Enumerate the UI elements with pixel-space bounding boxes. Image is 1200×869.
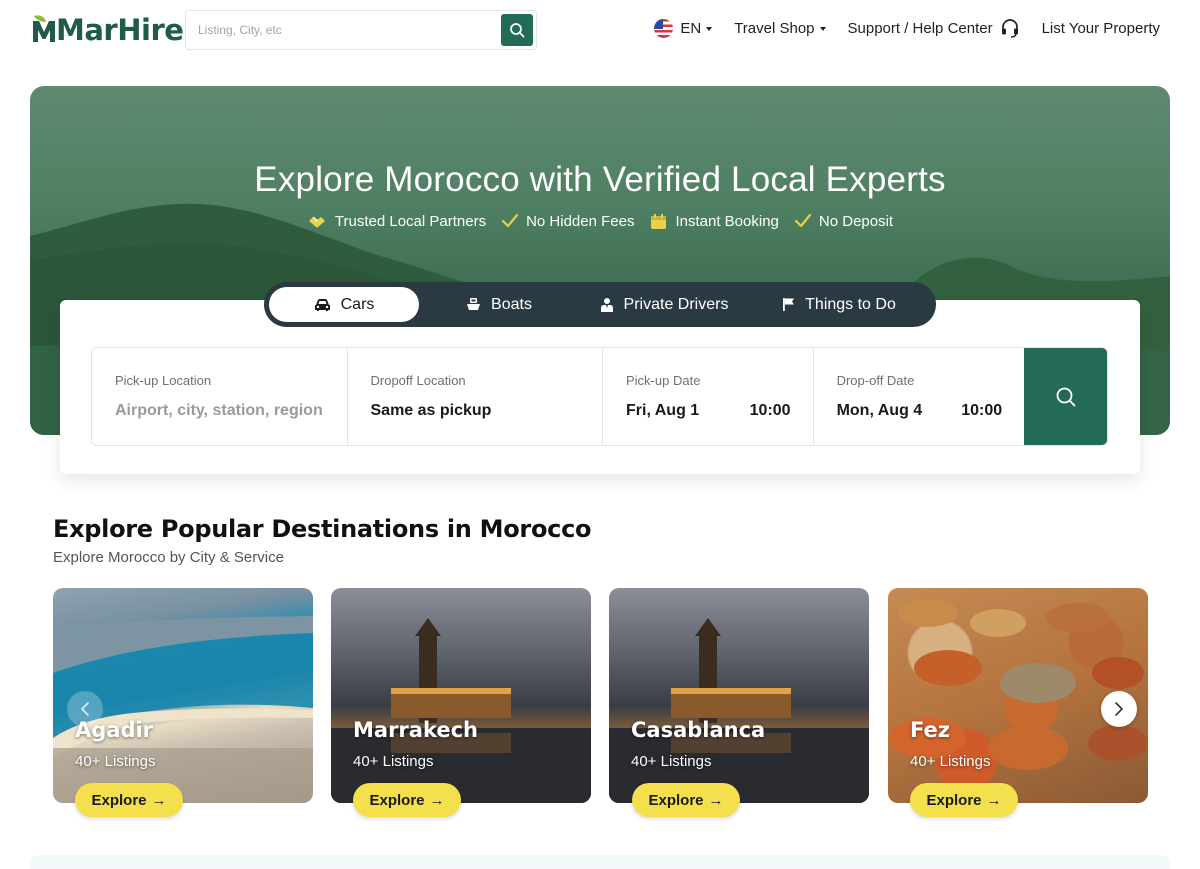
destinations-title: Explore Popular Destinations in Morocco <box>53 515 592 543</box>
arrow-right-icon: → <box>429 791 445 809</box>
language-selector[interactable]: EN <box>654 18 713 38</box>
explore-label: Explore <box>91 791 147 809</box>
arrow-right-icon: → <box>151 791 167 809</box>
explore-label: Explore <box>926 791 982 809</box>
chevron-left-icon <box>81 702 89 716</box>
driver-icon <box>600 297 613 312</box>
destination-count: 40+ Listings <box>75 753 156 770</box>
explore-label: Explore <box>648 791 704 809</box>
destination-name: Casablanca <box>631 718 766 742</box>
logo-text: MarHire <box>56 13 184 47</box>
pickup-date-field[interactable]: Pick-up Date Fri, Aug 1 10:00 <box>603 348 814 445</box>
chevron-down-icon <box>706 26 713 31</box>
tab-label: Boats <box>491 295 532 313</box>
language-label: EN <box>680 19 702 37</box>
main-nav: EN Travel Shop Support / Help Center Lis… <box>654 18 1160 38</box>
dropoff-date-field[interactable]: Drop-off Date Mon, Aug 4 10:00 <box>814 348 1025 445</box>
travel-shop-menu[interactable]: Travel Shop <box>734 19 826 37</box>
feature-label: No Hidden Fees <box>526 212 635 230</box>
field-label: Drop-off Date <box>836 373 915 388</box>
explore-button-fez[interactable]: Explore → <box>910 783 1018 817</box>
tab-things-to-do[interactable]: Things to Do <box>749 287 929 322</box>
destination-name: Marrakech <box>353 718 478 742</box>
pickup-location-input[interactable] <box>115 402 325 420</box>
feature-label: No Deposit <box>818 212 894 230</box>
pickup-location-field[interactable]: Pick-up Location <box>92 348 348 445</box>
explore-button-marrakech[interactable]: Explore → <box>353 783 461 817</box>
support-link[interactable]: Support / Help Center <box>848 18 1020 38</box>
tab-cars[interactable]: Cars <box>269 287 419 322</box>
list-property-label: List Your Property <box>1041 19 1160 37</box>
destination-name: Fez <box>910 718 950 742</box>
tab-private-drivers[interactable]: Private Drivers <box>579 287 749 322</box>
car-icon <box>314 298 330 311</box>
flag-icon <box>783 298 795 311</box>
dropoff-date-value: Mon, Aug 4 <box>836 402 923 419</box>
feature-trusted-partners: Trusted Local Partners <box>307 212 486 230</box>
dropoff-location-field[interactable]: Dropoff Location Same as pickup <box>348 348 603 445</box>
site-header: MarHire EN Travel Shop Support / Help Ce… <box>0 0 1200 62</box>
hero-title: Explore Morocco with Verified Local Expe… <box>254 160 946 199</box>
field-label: Pick-up Date <box>626 373 701 388</box>
arrow-right-icon: → <box>708 791 724 809</box>
search-input[interactable] <box>186 11 496 49</box>
header-search <box>185 10 537 50</box>
headset-icon <box>1001 19 1018 38</box>
booking-search-button[interactable] <box>1024 348 1107 445</box>
destinations-subtitle: Explore Morocco by City & Service <box>53 549 284 566</box>
feature-no-deposit: No Deposit <box>794 212 894 230</box>
check-icon <box>794 214 811 228</box>
field-label: Dropoff Location <box>370 373 466 388</box>
explore-button-agadir[interactable]: Explore → <box>75 783 183 817</box>
check-icon <box>502 214 519 228</box>
chevron-right-icon <box>1115 702 1123 716</box>
carousel-prev-button[interactable] <box>67 691 103 727</box>
tab-label: Things to Do <box>805 295 896 313</box>
service-tabs: Cars Boats Private Drivers Things to Do <box>264 282 936 327</box>
chevron-down-icon <box>819 26 826 31</box>
booking-form: Pick-up Location Dropoff Location Same a… <box>91 347 1108 446</box>
logo[interactable]: MarHire <box>30 12 184 48</box>
travel-shop-label: Travel Shop <box>734 19 815 37</box>
explore-label: Explore <box>369 791 425 809</box>
calendar-icon <box>651 213 667 229</box>
arrow-right-icon: → <box>986 791 1002 809</box>
casablanca-photo <box>609 618 869 803</box>
tab-label: Private Drivers <box>623 295 729 313</box>
destination-count: 40+ Listings <box>353 753 434 770</box>
feature-instant-booking: Instant Booking <box>650 212 779 230</box>
support-label: Support / Help Center <box>847 19 993 37</box>
search-button[interactable] <box>501 14 533 46</box>
field-label: Pick-up Location <box>115 373 212 388</box>
search-icon <box>510 23 525 38</box>
search-icon <box>1056 387 1075 406</box>
dropoff-location-value: Same as pickup <box>370 402 492 419</box>
next-section-edge <box>30 855 1170 869</box>
feature-label: Trusted Local Partners <box>334 212 487 230</box>
explore-button-casablanca[interactable]: Explore → <box>632 783 740 817</box>
feature-label: Instant Booking <box>675 212 779 230</box>
destination-card-casablanca[interactable]: Casablanca 40+ Listings <box>609 588 869 803</box>
destination-card-marrakech[interactable]: Marrakech 40+ Listings <box>331 588 591 803</box>
destination-count: 40+ Listings <box>910 753 991 770</box>
hero-features: Trusted Local Partners No Hidden Fees In… <box>30 212 1170 230</box>
list-property-link[interactable]: List Your Property <box>1042 20 1160 37</box>
handshake-icon <box>308 216 325 228</box>
dropoff-time-value[interactable]: 10:00 <box>961 402 1002 420</box>
feature-no-hidden-fees: No Hidden Fees <box>502 213 634 230</box>
boat-icon <box>467 298 481 310</box>
marrakech-photo <box>331 618 591 803</box>
pickup-time-value[interactable]: 10:00 <box>750 402 791 420</box>
carousel-next-button[interactable] <box>1101 691 1137 727</box>
us-flag-icon <box>654 18 674 38</box>
destination-count: 40+ Listings <box>631 753 712 770</box>
pickup-date-value: Fri, Aug 1 <box>626 402 700 419</box>
tab-boats[interactable]: Boats <box>419 287 579 322</box>
tab-label: Cars <box>340 295 375 313</box>
